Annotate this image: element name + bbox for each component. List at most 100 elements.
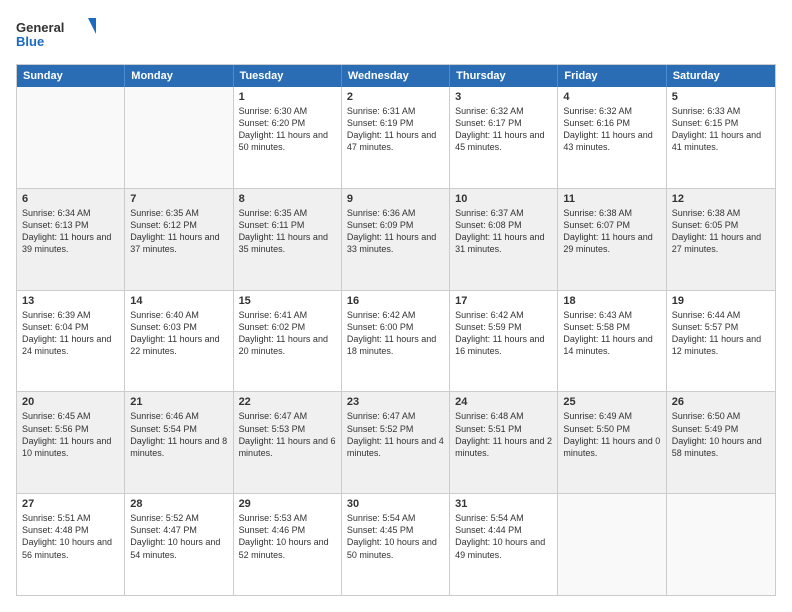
day-number: 21 [130, 396, 227, 408]
calendar-cell [667, 494, 775, 595]
cell-info: Sunrise: 5:54 AM Sunset: 4:45 PM Dayligh… [347, 512, 444, 561]
day-number: 24 [455, 396, 552, 408]
calendar-cell: 14 Sunrise: 6:40 AM Sunset: 6:03 PM Dayli… [125, 291, 233, 392]
cell-info: Sunrise: 6:38 AM Sunset: 6:07 PM Dayligh… [563, 207, 660, 256]
cell-info: Sunrise: 6:32 AM Sunset: 6:17 PM Dayligh… [455, 105, 552, 154]
calendar-cell: 9Sunrise: 6:36 AM Sunset: 6:09 PM Daylig… [342, 189, 450, 290]
calendar-header: SundayMondayTuesdayWednesdayThursdayFrid… [17, 65, 775, 87]
calendar-cell: 16Sunrise: 6:42 AM Sunset: 6:00 PM Dayli… [342, 291, 450, 392]
calendar-row-4: 20 Sunrise: 6:45 AM Sunset: 5:56 PM Dayli… [17, 391, 775, 493]
calendar-cell: 6 Sunrise: 6:34 AM Sunset: 6:13 PM Daylig… [17, 189, 125, 290]
cell-info: Sunrise: 5:53 AM Sunset: 4:46 PM Dayligh… [239, 512, 336, 561]
day-number: 25 [563, 396, 660, 408]
calendar-row-5: 27Sunrise: 5:51 AM Sunset: 4:48 PM Dayli… [17, 493, 775, 595]
day-number: 3 [455, 91, 552, 103]
svg-text:Blue: Blue [16, 34, 44, 49]
day-number: 22 [239, 396, 336, 408]
calendar-cell: 22Sunrise: 6:47 AM Sunset: 5:53 PM Dayli… [234, 392, 342, 493]
header: General Blue [16, 16, 776, 56]
calendar-cell: 23Sunrise: 6:47 AM Sunset: 5:52 PM Dayli… [342, 392, 450, 493]
cell-info: Sunrise: 6:44 AM Sunset: 5:57 PM Dayligh… [672, 309, 770, 358]
day-number: 6 [22, 193, 119, 205]
cell-info: Sunrise: 6:49 AM Sunset: 5:50 PM Dayligh… [563, 410, 660, 459]
day-number: 14 [130, 295, 227, 307]
logo-svg: General Blue [16, 16, 96, 56]
day-number: 1 [239, 91, 336, 103]
calendar-cell [17, 87, 125, 188]
header-cell-wednesday: Wednesday [342, 65, 450, 87]
calendar-cell: 28Sunrise: 5:52 AM Sunset: 4:47 PM Dayli… [125, 494, 233, 595]
cell-info: Sunrise: 6:39 AM Sunset: 6:04 PM Dayligh… [22, 309, 119, 358]
calendar-cell: 8 Sunrise: 6:35 AM Sunset: 6:11 PM Daylig… [234, 189, 342, 290]
cell-info: Sunrise: 6:31 AM Sunset: 6:19 PM Dayligh… [347, 105, 444, 154]
day-number: 15 [239, 295, 336, 307]
cell-info: Sunrise: 6:48 AM Sunset: 5:51 PM Dayligh… [455, 410, 552, 459]
day-number: 20 [22, 396, 119, 408]
cell-info: Sunrise: 6:43 AM Sunset: 5:58 PM Dayligh… [563, 309, 660, 358]
calendar-cell: 27Sunrise: 5:51 AM Sunset: 4:48 PM Dayli… [17, 494, 125, 595]
cell-info: Sunrise: 5:51 AM Sunset: 4:48 PM Dayligh… [22, 512, 119, 561]
svg-text:General: General [16, 20, 64, 35]
cell-info: Sunrise: 6:32 AM Sunset: 6:16 PM Dayligh… [563, 105, 660, 154]
calendar-cell: 4 Sunrise: 6:32 AM Sunset: 6:16 PM Daylig… [558, 87, 666, 188]
day-number: 17 [455, 295, 552, 307]
day-number: 31 [455, 498, 552, 510]
cell-info: Sunrise: 6:34 AM Sunset: 6:13 PM Dayligh… [22, 207, 119, 256]
day-number: 18 [563, 295, 660, 307]
calendar-cell: 21 Sunrise: 6:46 AM Sunset: 5:54 PM Dayli… [125, 392, 233, 493]
calendar-cell: 15 Sunrise: 6:41 AM Sunset: 6:02 PM Dayli… [234, 291, 342, 392]
calendar-cell: 29 Sunrise: 5:53 AM Sunset: 4:46 PM Dayli… [234, 494, 342, 595]
calendar-cell: 12 Sunrise: 6:38 AM Sunset: 6:05 PM Dayli… [667, 189, 775, 290]
day-number: 23 [347, 396, 444, 408]
cell-info: Sunrise: 6:46 AM Sunset: 5:54 PM Dayligh… [130, 410, 227, 459]
day-number: 30 [347, 498, 444, 510]
cell-info: Sunrise: 5:54 AM Sunset: 4:44 PM Dayligh… [455, 512, 552, 561]
cell-info: Sunrise: 6:42 AM Sunset: 6:00 PM Dayligh… [347, 309, 444, 358]
calendar-cell: 5 Sunrise: 6:33 AM Sunset: 6:15 PM Daylig… [667, 87, 775, 188]
calendar-cell: 17Sunrise: 6:42 AM Sunset: 5:59 PM Dayli… [450, 291, 558, 392]
cell-info: Sunrise: 6:37 AM Sunset: 6:08 PM Dayligh… [455, 207, 552, 256]
calendar-cell: 11 Sunrise: 6:38 AM Sunset: 6:07 PM Dayli… [558, 189, 666, 290]
calendar-cell: 31 Sunrise: 5:54 AM Sunset: 4:44 PM Dayli… [450, 494, 558, 595]
calendar-cell: 19Sunrise: 6:44 AM Sunset: 5:57 PM Dayli… [667, 291, 775, 392]
cell-info: Sunrise: 6:33 AM Sunset: 6:15 PM Dayligh… [672, 105, 770, 154]
day-number: 12 [672, 193, 770, 205]
cell-info: Sunrise: 6:40 AM Sunset: 6:03 PM Dayligh… [130, 309, 227, 358]
cell-info: Sunrise: 6:38 AM Sunset: 6:05 PM Dayligh… [672, 207, 770, 256]
day-number: 11 [563, 193, 660, 205]
day-number: 4 [563, 91, 660, 103]
day-number: 29 [239, 498, 336, 510]
calendar-cell: 13Sunrise: 6:39 AM Sunset: 6:04 PM Dayli… [17, 291, 125, 392]
cell-info: Sunrise: 5:52 AM Sunset: 4:47 PM Dayligh… [130, 512, 227, 561]
calendar-cell: 1 Sunrise: 6:30 AM Sunset: 6:20 PM Daylig… [234, 87, 342, 188]
calendar-row-2: 6 Sunrise: 6:34 AM Sunset: 6:13 PM Daylig… [17, 188, 775, 290]
calendar-cell: 3 Sunrise: 6:32 AM Sunset: 6:17 PM Daylig… [450, 87, 558, 188]
calendar-cell: 7 Sunrise: 6:35 AM Sunset: 6:12 PM Daylig… [125, 189, 233, 290]
day-number: 9 [347, 193, 444, 205]
day-number: 2 [347, 91, 444, 103]
header-cell-tuesday: Tuesday [234, 65, 342, 87]
header-cell-monday: Monday [125, 65, 233, 87]
cell-info: Sunrise: 6:30 AM Sunset: 6:20 PM Dayligh… [239, 105, 336, 154]
header-cell-saturday: Saturday [667, 65, 775, 87]
day-number: 5 [672, 91, 770, 103]
calendar-body: 1 Sunrise: 6:30 AM Sunset: 6:20 PM Daylig… [17, 87, 775, 595]
day-number: 8 [239, 193, 336, 205]
cell-info: Sunrise: 6:35 AM Sunset: 6:11 PM Dayligh… [239, 207, 336, 256]
calendar-cell: 30 Sunrise: 5:54 AM Sunset: 4:45 PM Dayli… [342, 494, 450, 595]
cell-info: Sunrise: 6:35 AM Sunset: 6:12 PM Dayligh… [130, 207, 227, 256]
cell-info: Sunrise: 6:41 AM Sunset: 6:02 PM Dayligh… [239, 309, 336, 358]
calendar-cell: 26Sunrise: 6:50 AM Sunset: 5:49 PM Dayli… [667, 392, 775, 493]
calendar-row-3: 13Sunrise: 6:39 AM Sunset: 6:04 PM Dayli… [17, 290, 775, 392]
calendar-cell: 20 Sunrise: 6:45 AM Sunset: 5:56 PM Dayli… [17, 392, 125, 493]
day-number: 7 [130, 193, 227, 205]
header-cell-friday: Friday [558, 65, 666, 87]
calendar-cell [558, 494, 666, 595]
header-cell-sunday: Sunday [17, 65, 125, 87]
cell-info: Sunrise: 6:50 AM Sunset: 5:49 PM Dayligh… [672, 410, 770, 459]
calendar-cell: 2 Sunrise: 6:31 AM Sunset: 6:19 PM Daylig… [342, 87, 450, 188]
header-cell-thursday: Thursday [450, 65, 558, 87]
page: General Blue SundayMondayTuesdayWednesda… [0, 0, 792, 612]
calendar-cell [125, 87, 233, 188]
cell-info: Sunrise: 6:45 AM Sunset: 5:56 PM Dayligh… [22, 410, 119, 459]
